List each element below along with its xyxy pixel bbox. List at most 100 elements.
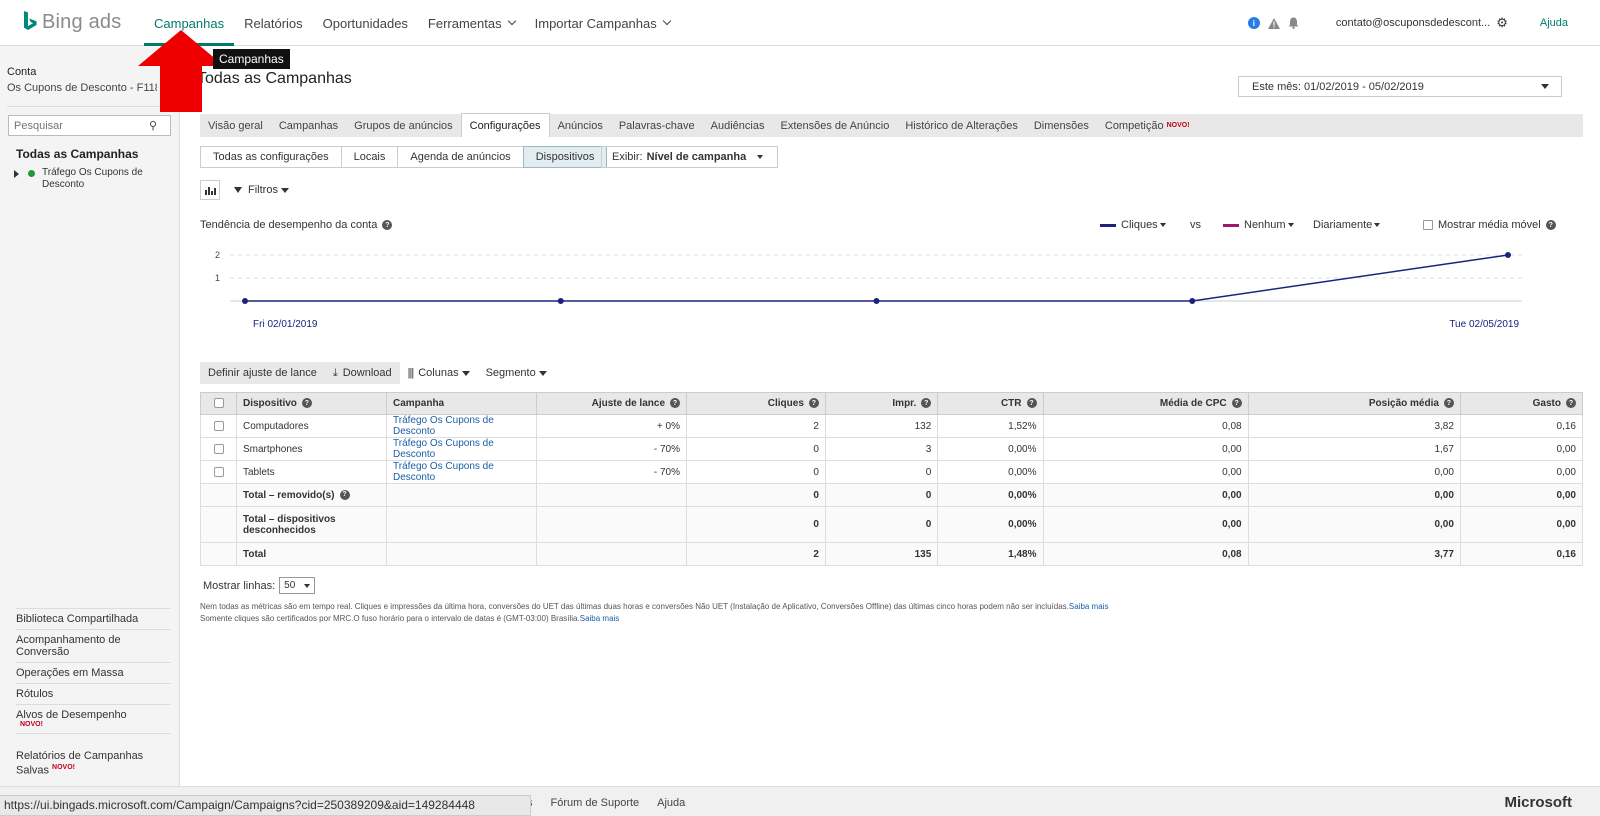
sidebar-link-relatorios-salvos[interactable]: Relatórios de Campanhas Salvas NOVO!: [16, 746, 171, 781]
row-checkbox[interactable]: [213, 420, 224, 431]
toolbar-label: Definir ajuste de lance: [208, 367, 317, 379]
columns-button[interactable]: ||| Colunas: [400, 362, 478, 384]
help-icon[interactable]: ?: [1443, 398, 1454, 409]
cell-text: 0: [813, 489, 819, 501]
help-icon[interactable]: ?: [1026, 398, 1037, 409]
column-header-posicao-media[interactable]: Posição média?: [1247, 392, 1461, 415]
data-point[interactable]: [1189, 298, 1196, 304]
column-header-ctr[interactable]: CTR?: [937, 392, 1044, 415]
table-row[interactable]: Smartphones Tráfego Os Cupons de Desconto…: [200, 437, 1584, 461]
gear-icon[interactable]: ⚙: [1496, 15, 1508, 31]
column-header-dispositivo[interactable]: Dispositivo?: [236, 392, 387, 415]
help-icon[interactable]: ?: [808, 398, 819, 409]
tab-configuracoes[interactable]: Configurações: [460, 113, 550, 137]
row-checkbox[interactable]: [213, 443, 224, 454]
expand-caret-icon[interactable]: [14, 170, 19, 178]
cell-text: + 0%: [656, 420, 680, 432]
help-icon[interactable]: ?: [301, 398, 312, 409]
rows-per-page-select[interactable]: 50: [279, 577, 316, 594]
column-header-media-cpc[interactable]: Média de CPC?: [1042, 392, 1249, 415]
account-name[interactable]: Os Cupons de Desconto - F118D2: [7, 82, 157, 94]
tab-campanhas[interactable]: Campanhas: [271, 114, 346, 137]
metric2-selector[interactable]: Nenhum: [1223, 219, 1294, 231]
segment-button[interactable]: Segmento: [478, 362, 555, 384]
data-point[interactable]: [1505, 252, 1511, 258]
novo-badge: NOVO!: [1166, 122, 1190, 129]
user-email[interactable]: contato@oscuponsdedescont...: [1336, 17, 1490, 29]
nav-ferramentas[interactable]: Ferramentas: [418, 0, 525, 46]
subtab-todas-configuracoes[interactable]: Todas as configurações: [200, 146, 342, 168]
help-icon[interactable]: ?: [1545, 220, 1556, 230]
date-range-picker[interactable]: Este mês: 01/02/2019 - 05/02/2019: [1238, 76, 1562, 97]
tab-historico[interactable]: Histórico de Alterações: [897, 114, 1026, 137]
footer-link-forum[interactable]: Fórum de Suporte: [551, 797, 640, 809]
subtab-agenda-anuncios[interactable]: Agenda de anúncios: [397, 146, 524, 168]
tab-grupos-de-anuncios[interactable]: Grupos de anúncios: [346, 114, 460, 137]
sidebar-link-acompanhamento[interactable]: Acompanhamento de Conversão: [16, 630, 171, 663]
help-icon[interactable]: ?: [382, 220, 393, 230]
tab-visao-geral[interactable]: Visão geral: [200, 114, 271, 137]
bing-ads-logo[interactable]: Bing ads: [22, 8, 121, 36]
search-input[interactable]: [9, 119, 149, 132]
row-checkbox[interactable]: [213, 466, 224, 477]
tab-extensoes[interactable]: Extensões de Anúncio: [772, 114, 897, 137]
subtab-locais[interactable]: Locais: [340, 146, 399, 168]
data-point[interactable]: [557, 298, 564, 304]
info-icon[interactable]: i: [1247, 17, 1260, 29]
campaign-tree-label[interactable]: Tráfego Os Cupons de Desconto: [42, 167, 170, 191]
column-header-campanha[interactable]: Campanha: [386, 392, 537, 415]
search-icon[interactable]: ⚲: [149, 119, 163, 132]
all-campaigns-link[interactable]: Todas as Campanhas: [16, 147, 138, 161]
moving-average-checkbox[interactable]: [1423, 220, 1433, 230]
filters-button[interactable]: Filtros: [234, 184, 289, 196]
nav-importar-campanhas[interactable]: Importar Campanhas: [525, 0, 680, 46]
help-icon[interactable]: ?: [1231, 398, 1242, 409]
sidebar-link-operacoes[interactable]: Operações em Massa: [16, 663, 171, 684]
learn-more-link[interactable]: Saiba mais: [580, 614, 620, 623]
nav-oportunidades[interactable]: Oportunidades: [313, 0, 418, 46]
cell-campaign[interactable]: Tráfego Os Cupons de Desconto: [386, 414, 537, 438]
metric1-selector[interactable]: Cliques: [1100, 219, 1166, 231]
sidebar-link-alvos[interactable]: Alvos de Desempenho NOVO!: [16, 705, 171, 734]
select-all-checkbox[interactable]: [213, 398, 224, 409]
table-row[interactable]: Computadores Tráfego Os Cupons de Descont…: [200, 414, 1584, 438]
column-header-impr[interactable]: Impr.?: [824, 392, 939, 415]
tab-palavras-chave[interactable]: Palavras-chave: [611, 114, 703, 137]
warning-icon[interactable]: [1267, 17, 1280, 29]
data-point[interactable]: [242, 298, 248, 304]
learn-more-link[interactable]: Saiba mais: [1069, 602, 1109, 611]
download-button[interactable]: ⤓ Download: [324, 362, 400, 384]
set-bid-adjustment-button[interactable]: Definir ajuste de lance: [200, 362, 325, 384]
help-icon[interactable]: ?: [670, 398, 680, 409]
campaign-tree-item[interactable]: Tráfego Os Cupons de Desconto: [14, 167, 174, 191]
sidebar-link-rotulos[interactable]: Rótulos: [16, 684, 171, 705]
footer-link-ajuda[interactable]: Ajuda: [657, 797, 685, 809]
help-icon[interactable]: ?: [1566, 398, 1576, 409]
granularity-selector[interactable]: Diariamente: [1313, 219, 1381, 231]
campaign-link[interactable]: Tráfego Os Cupons de Desconto: [393, 415, 494, 437]
subtab-dispositivos[interactable]: Dispositivos: [522, 146, 608, 168]
help-icon[interactable]: ?: [339, 489, 350, 500]
campaign-link[interactable]: Tráfego Os Cupons de Desconto: [393, 438, 494, 460]
help-link[interactable]: Ajuda: [1540, 17, 1568, 29]
column-header-gasto[interactable]: Gasto?: [1459, 392, 1584, 415]
tab-audiencias[interactable]: Audiências: [703, 114, 773, 137]
cell-text: 3,82: [1434, 420, 1454, 432]
campaign-link[interactable]: Tráfego Os Cupons de Desconto: [393, 461, 494, 483]
data-point[interactable]: [873, 298, 880, 304]
table-row[interactable]: Tablets Tráfego Os Cupons de Desconto - 70…: [200, 460, 1584, 484]
column-header-ajuste-de-lance[interactable]: Ajuste de lance?: [536, 392, 687, 415]
cell-campaign[interactable]: Tráfego Os Cupons de Desconto: [386, 460, 537, 484]
chart-toggle-button[interactable]: [200, 180, 220, 200]
nav-relatorios[interactable]: Relatórios: [234, 0, 313, 46]
sidebar-link-biblioteca[interactable]: Biblioteca Compartilhada: [16, 609, 171, 630]
tab-competicao[interactable]: Competição NOVO!: [1097, 114, 1198, 137]
bell-icon[interactable]: [1288, 17, 1300, 29]
moving-average-toggle[interactable]: Mostrar média móvel ?: [1423, 219, 1556, 231]
help-icon[interactable]: ?: [921, 398, 932, 409]
column-header-cliques[interactable]: Cliques?: [686, 392, 826, 415]
tab-anuncios[interactable]: Anúncios: [550, 114, 611, 137]
level-selector[interactable]: Exibir: Nível de campanha: [601, 146, 778, 168]
tab-dimensoes[interactable]: Dimensões: [1026, 114, 1097, 137]
cell-campaign[interactable]: Tráfego Os Cupons de Desconto: [386, 437, 537, 461]
